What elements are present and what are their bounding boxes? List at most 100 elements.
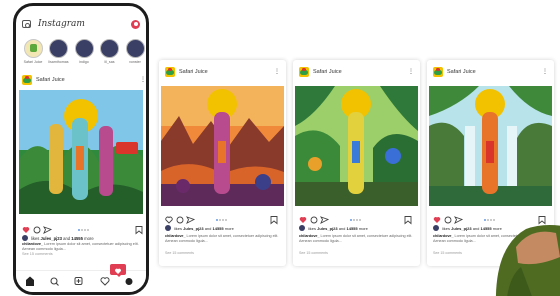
likes-prefix: likes [308,225,318,231]
post-account-name[interactable]: Safari Juice [447,69,542,75]
likes-line: likes Jules_pj23 and 14555 more [22,235,146,241]
jungle-bottle-illustration [295,86,418,206]
carousel-dot [225,219,227,221]
post-actions [165,212,280,225]
likes-count[interactable]: 14555 [213,226,224,231]
comments-link[interactable]: See 15 comments [22,252,53,256]
bookmark-icon[interactable] [270,216,278,225]
app-header: Instagram [22,16,140,32]
likes-mid: and [471,225,481,231]
share-icon[interactable] [42,226,53,234]
search-icon[interactable] [50,277,59,286]
story-item[interactable]: lil_sas [99,39,121,69]
comments-link[interactable]: See 15 comments [299,251,328,255]
share-icon[interactable] [453,216,464,224]
story-item[interactable]: Safari Juice [22,39,44,69]
likes-user[interactable]: Jules_pj23 [183,226,203,231]
carousel-dot [356,219,358,221]
post-actions [299,212,414,225]
post-account-name[interactable]: Safari Juice [36,77,140,83]
story-label: Safari Juice [23,60,43,64]
heart-icon [115,268,121,274]
likes-user[interactable]: Jules_pj23 [41,236,62,241]
phone-mockup: Instagram Safari Juice lisamthomas indig… [13,3,149,295]
bookmark-icon[interactable] [135,226,143,235]
likes-line: likes Jules_pj23 and 14555 more [299,225,414,231]
camera-icon[interactable] [22,20,31,28]
post-actions [22,222,146,235]
activity-heart-icon[interactable] [100,277,110,286]
likes-prefix: likes [31,235,41,241]
story-avatar [74,39,94,58]
heart-icon[interactable] [22,227,30,233]
caption-user[interactable]: chilardove_ [22,242,43,246]
likes-count[interactable]: 14555 [71,236,83,241]
post-image[interactable] [161,86,284,206]
likes-mid: and [203,225,213,231]
story-avatar [49,39,68,58]
carousel-dot [216,219,218,221]
profile-icon[interactable] [125,278,133,285]
direct-message-icon[interactable] [131,19,140,29]
post-image[interactable] [19,90,143,214]
post-header: Safari Juice ⋮ [165,66,280,78]
post-caption: chilardove_ Lorem ipsum dolor sit amet, … [22,242,146,257]
post-card: Safari Juice ⋮ likes Jules_pj23 and 1455… [159,60,286,266]
carousel-dot [359,219,361,221]
post-caption: chilardove_ Lorem ipsum dolor sit amet, … [165,234,280,244]
more-options-icon[interactable]: ⋮ [408,69,414,75]
new-post-icon[interactable] [74,277,83,285]
juice-bottle-illustration [19,90,143,214]
post-caption: chilardove_ Lorem ipsum dolor sit amet, … [299,234,414,244]
share-icon[interactable] [185,216,196,224]
story-avatar [23,39,43,58]
post-account-name[interactable]: Safari Juice [179,69,274,75]
carousel-dot [84,229,86,231]
likes-suffix: more [357,225,368,231]
waterfall-bottle-illustration [429,86,552,206]
likes-user[interactable]: Jules_pj23 [451,226,471,231]
heart-icon[interactable] [299,217,307,223]
app-logo: Instagram [38,19,85,29]
caption-user[interactable]: chilardove_ [433,234,454,238]
comments-link[interactable]: See 15 comments [433,251,462,255]
heart-icon[interactable] [165,216,173,224]
carousel-dot [222,219,224,221]
more-options-icon[interactable]: ⋮ [542,69,548,75]
home-icon[interactable] [26,276,34,287]
more-options-icon[interactable]: ⋮ [274,69,280,75]
stories-row: Safari Juice lisamthomas indigo lil_sas … [22,39,146,69]
carousel-dot [78,229,80,231]
story-item[interactable]: lisamthomas [48,39,70,69]
likes-prefix: likes [174,225,184,231]
post-image[interactable] [429,86,552,206]
comments-link[interactable]: See 15 comments [165,251,194,255]
more-options-icon[interactable]: ⋮ [140,77,146,83]
brand-avatar[interactable] [299,67,309,77]
caption-user[interactable]: chilardove_ [299,234,320,238]
comment-icon[interactable] [176,216,184,224]
post-image[interactable] [295,86,418,206]
sunset-bottle-illustration [161,86,284,206]
brand-avatar[interactable] [165,67,175,77]
caption-user[interactable]: chilardove_ [165,234,186,238]
share-icon[interactable] [319,216,330,224]
brand-avatar[interactable] [433,67,443,77]
like-notification-bubble [110,264,126,277]
liker-avatar [299,225,305,231]
post-account-name[interactable]: Safari Juice [313,69,408,75]
comment-icon[interactable] [33,226,41,234]
bookmark-icon[interactable] [404,216,412,225]
comment-icon[interactable] [444,216,452,224]
story-item[interactable]: indigo [73,39,95,69]
brand-avatar[interactable] [22,75,32,85]
likes-count[interactable]: 14555 [347,226,358,231]
likes-suffix: more [82,235,94,241]
comment-icon[interactable] [310,216,318,224]
likes-mid: and [337,225,347,231]
story-item[interactable]: vonster [124,39,146,69]
heart-icon[interactable] [433,217,441,223]
likes-user[interactable]: Jules_pj23 [317,226,337,231]
carousel-dot [81,229,83,231]
carousel-dot [350,219,352,221]
